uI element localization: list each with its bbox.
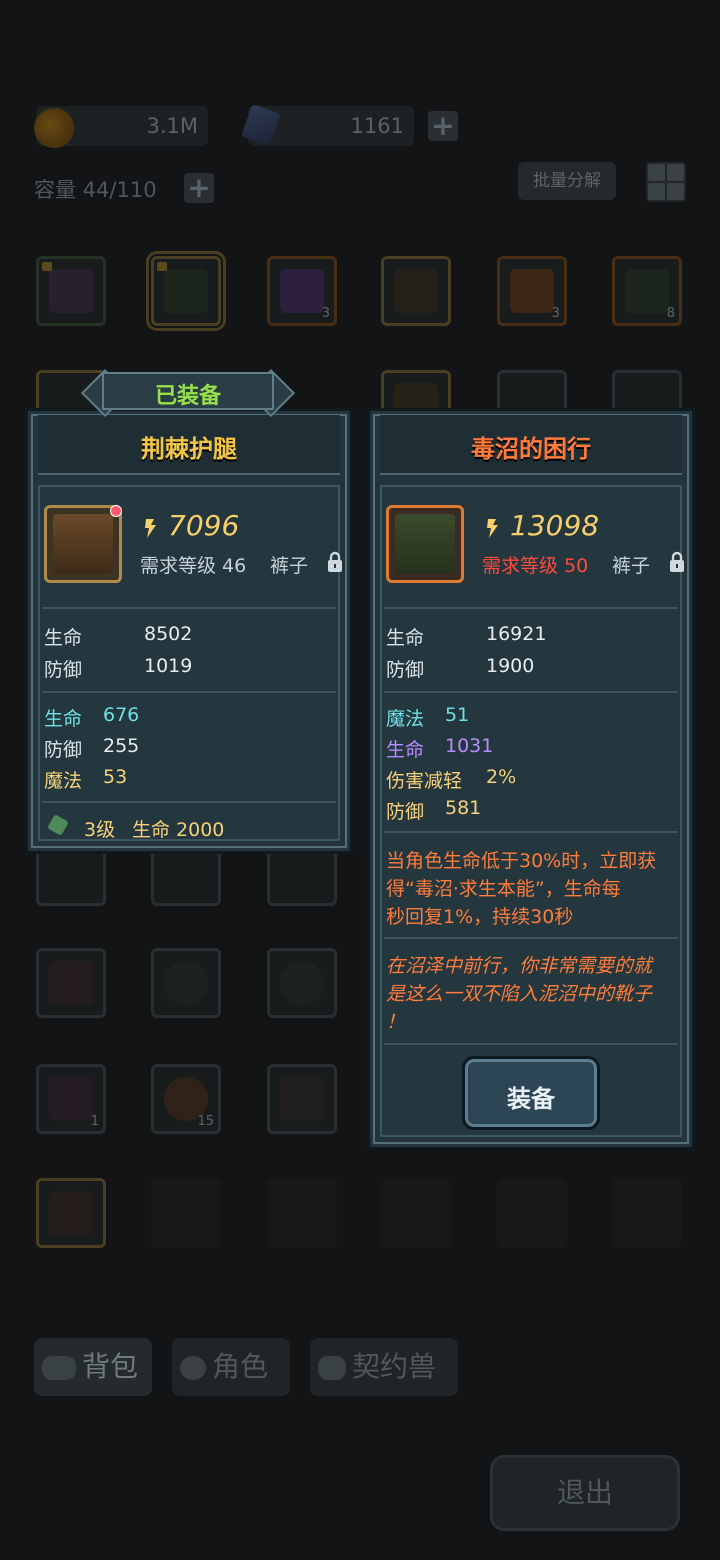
extra-stat-value: 53 (103, 766, 128, 788)
inventory-slot[interactable] (36, 948, 106, 1018)
base-stat-value: 1019 (144, 655, 193, 677)
skill-description: 当角色生命低于30%时，立即获 (386, 850, 657, 872)
extra-stat-value: 51 (445, 704, 470, 726)
extra-stat-label: 防御 (44, 739, 83, 761)
character-icon (180, 1356, 206, 1380)
item-icon (386, 505, 464, 583)
inventory-slot[interactable] (267, 948, 337, 1018)
gold-coin-icon (34, 108, 74, 148)
inventory-slot[interactable]: 15 (151, 1064, 221, 1134)
extra-stat-label: 魔法 (44, 770, 83, 792)
equipped-tag: 已装备 (80, 368, 296, 418)
base-stat-value: 16921 (486, 623, 547, 645)
equip-button[interactable]: 装备 (462, 1056, 600, 1130)
gem-level: 3级 (84, 819, 116, 841)
base-stat-value: 1900 (486, 655, 535, 677)
tab-character[interactable]: 角色 (172, 1338, 290, 1396)
power-icon (487, 519, 498, 538)
empty-slot (267, 1178, 337, 1248)
gold-amount: 3.1M (146, 114, 198, 138)
base-stat-label: 生命 (44, 627, 83, 649)
skill-description: 秒回复1%，持续30秒 (386, 906, 574, 928)
grid-view-button[interactable] (646, 162, 686, 202)
item-icon (44, 505, 122, 583)
crystal-icon (241, 103, 281, 147)
skill-description: 得“毒沼·求生本能”，生命每 (386, 878, 621, 900)
inventory-slot[interactable] (381, 256, 451, 326)
flavor-text: 是这么一双不陷入泥沼中的靴子 (386, 983, 653, 1005)
required-level: 需求等级 50 (482, 555, 589, 577)
exit-button[interactable]: 退出 (490, 1455, 680, 1531)
flavor-text: 在沼泽中前行，你非常需要的就 (386, 955, 653, 977)
empty-slot (612, 1178, 682, 1248)
power-value: 13098 (510, 509, 600, 542)
inventory-slot-selected[interactable] (146, 251, 226, 331)
add-gems-button[interactable]: + (428, 111, 458, 141)
expand-capacity-button[interactable]: + (184, 173, 214, 203)
tab-pet[interactable]: 契约兽 (310, 1338, 458, 1396)
base-stat-label: 生命 (386, 627, 425, 649)
power-icon (145, 519, 156, 538)
extra-stat-value: 676 (103, 704, 140, 726)
inventory-slot[interactable]: 8 (612, 256, 682, 326)
batch-decompose-button[interactable]: 批量分解 (518, 162, 616, 200)
equipped-label: 已装备 (154, 384, 221, 409)
empty-slot (381, 1178, 451, 1248)
empty-slot (497, 1178, 567, 1248)
extra-stat-value: 581 (445, 797, 482, 819)
lock-icon[interactable] (668, 551, 686, 573)
extra-stat-value: 1031 (445, 735, 494, 757)
extra-stat-label: 生命 (386, 739, 425, 761)
gold-currency: 3.1M (34, 106, 208, 148)
item-title: 荆棘护腿 (141, 435, 237, 463)
inventory-slot[interactable] (151, 948, 221, 1018)
inventory-slot[interactable] (36, 256, 106, 326)
base-stat-label: 防御 (44, 659, 83, 681)
compare-item-card: 毒沼的困行 13098 需求等级 50 裤子 生命 16921 防御 1900 … (367, 408, 695, 1150)
equip-button-label: 装备 (507, 1085, 555, 1113)
extra-stat-value: 255 (103, 735, 140, 757)
inventory-slot[interactable] (267, 1064, 337, 1134)
item-title: 毒沼的困行 (471, 435, 591, 463)
inventory-slot[interactable]: 3 (497, 256, 567, 326)
item-type: 裤子 (270, 555, 309, 577)
empty-slot (151, 1178, 221, 1248)
required-level: 需求等级 46 (140, 555, 247, 577)
equipped-item-card: 荆棘护腿 7096 需求等级 46 裤子 生命 8502 防御 1019 生命 … (25, 408, 353, 854)
inventory-slot[interactable]: 3 (267, 256, 337, 326)
lock-icon[interactable] (326, 551, 344, 573)
gem-currency: 1161 (241, 103, 414, 147)
item-type: 裤子 (612, 555, 651, 577)
extra-stat-value: 2% (486, 766, 517, 788)
flavor-text: ！ (386, 1011, 406, 1033)
extra-stat-label: 伤害减轻 (386, 770, 463, 792)
base-stat-value: 8502 (144, 623, 193, 645)
extra-stat-label: 防御 (386, 801, 425, 823)
gem-effect: 生命 2000 (132, 819, 225, 841)
power-value: 7096 (168, 509, 240, 542)
inventory-slot[interactable]: 1 (36, 1064, 106, 1134)
inventory-slot[interactable] (36, 1178, 106, 1248)
extra-stat-label: 生命 (44, 708, 83, 730)
base-stat-label: 防御 (386, 659, 425, 681)
gem-amount: 1161 (350, 114, 404, 138)
bag-icon (42, 1356, 76, 1380)
tab-bag[interactable]: 背包 (34, 1338, 152, 1396)
capacity-label: 容量 44/110 (34, 178, 157, 202)
extra-stat-label: 魔法 (386, 708, 425, 730)
paw-icon (318, 1356, 346, 1380)
